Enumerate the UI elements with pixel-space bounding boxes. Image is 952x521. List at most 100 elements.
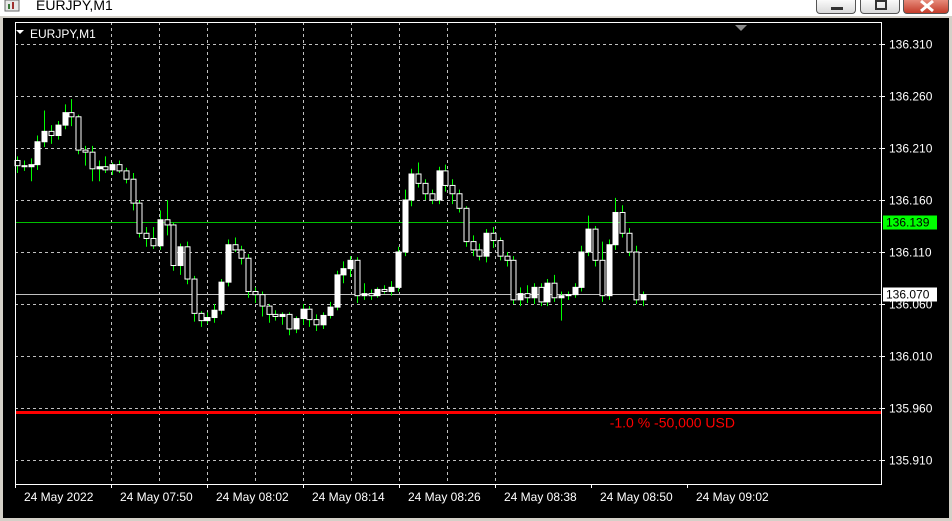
candle-body [340,268,347,276]
y-tick-label: 135.910 [889,454,933,468]
candle-body [347,259,354,270]
candle-body [633,251,640,301]
candle-body [578,251,585,288]
window-title: EURJPY,M1 [36,0,113,13]
candle-body [368,293,375,297]
candle-body [544,282,551,303]
chart-area[interactable]: 136.139 136.070 -1.0 % -50,000 USD 136.310… [3,18,949,518]
candle-body [538,286,545,303]
candle-body [143,232,150,239]
candle-body [21,165,28,168]
candle-body [402,199,409,253]
candle-body [408,173,415,201]
candle-body [130,178,137,204]
y-tick-label: 136.210 [889,142,933,156]
candle-body [96,166,103,170]
candle-body [510,259,517,301]
maximize-button[interactable] [860,0,900,14]
candle-body [395,251,402,288]
candle-body [524,293,531,299]
candle-body [293,318,300,330]
close-icon [920,0,934,13]
candle-body [551,282,558,299]
candle-body [612,211,619,246]
chart-window-icon [4,0,20,12]
candle-body [157,219,164,247]
candle-body [483,232,490,257]
title-bar: EURJPY,M1 [0,0,952,16]
grid-lines [15,22,881,484]
x-tick-label: 24 May 08:14 [312,490,385,504]
candle-body [62,112,69,126]
symbol-menu-triangle-icon[interactable] [16,30,24,34]
candle-body [75,116,82,151]
candle-body [354,259,361,297]
candle-body [252,291,259,296]
candle-body [198,312,205,322]
candle-body [272,313,279,317]
candle-body [300,308,307,320]
candle-body [572,286,579,296]
minimize-icon [831,7,843,10]
y-tick-label: 136.260 [889,90,933,104]
bid-price-label: 136.139 [886,216,930,230]
candle-body [422,182,429,195]
candle-body [218,281,225,311]
plot-border [15,22,882,485]
candle-body [585,228,592,253]
candle-body [286,313,293,330]
candle-body [204,317,211,322]
candle-body [150,237,157,247]
candle-body [211,309,218,319]
candle-body [320,314,327,326]
candle-body [361,293,368,297]
symbol-label: EURJPY,M1 [30,27,96,41]
axes: 136.310 136.260 136.210 136.160 136.110 136.0… [15,22,933,504]
candle-body [374,288,381,297]
y-tick-label: 136.060 [889,298,933,312]
candle-body [266,305,273,315]
candles [14,99,647,336]
candle-body [497,240,504,257]
candle-body [306,308,313,321]
candle-body [456,193,463,209]
symbol-header[interactable]: EURJPY,M1 [16,27,96,41]
candlestick-chart[interactable]: 136.139136.070-1.0 % -50,000 USD 136.310… [3,18,949,518]
candle-body [184,246,191,280]
x-tick-label: 24 May 08:50 [600,490,673,504]
candle-body [381,288,388,293]
candle-body [599,259,606,297]
chart-shift-marker-icon[interactable] [735,25,747,31]
candle-body [449,184,456,195]
candle-body [34,141,41,166]
candle-body [109,164,116,171]
candle-body [429,193,436,201]
x-tick-label: 24 May 08:26 [408,490,481,504]
candle-body [116,164,123,172]
candle-body [48,130,55,137]
candle-body [245,257,252,293]
maximize-icon [875,0,887,10]
candle-body [619,211,626,234]
candle-body [136,202,143,234]
candle-body [470,241,477,251]
candle-body [415,173,422,184]
close-button[interactable] [903,0,949,14]
candle-body [640,294,647,301]
candle-body [504,255,511,261]
y-tick-label: 136.160 [889,194,933,208]
candle-body [123,170,130,180]
candle-body [68,112,75,118]
candle-body [177,246,184,267]
candle-body [164,219,171,226]
x-tick-label: 24 May 09:02 [696,490,769,504]
candle-body [327,306,334,316]
candle-body [606,244,613,297]
candle-body [41,130,48,143]
candle-body [89,151,96,170]
candle-body [334,274,341,308]
minimize-button[interactable] [816,0,856,14]
candle-body [28,164,35,168]
x-tick-label: 24 May 08:38 [504,490,577,504]
candle-body [238,249,245,259]
